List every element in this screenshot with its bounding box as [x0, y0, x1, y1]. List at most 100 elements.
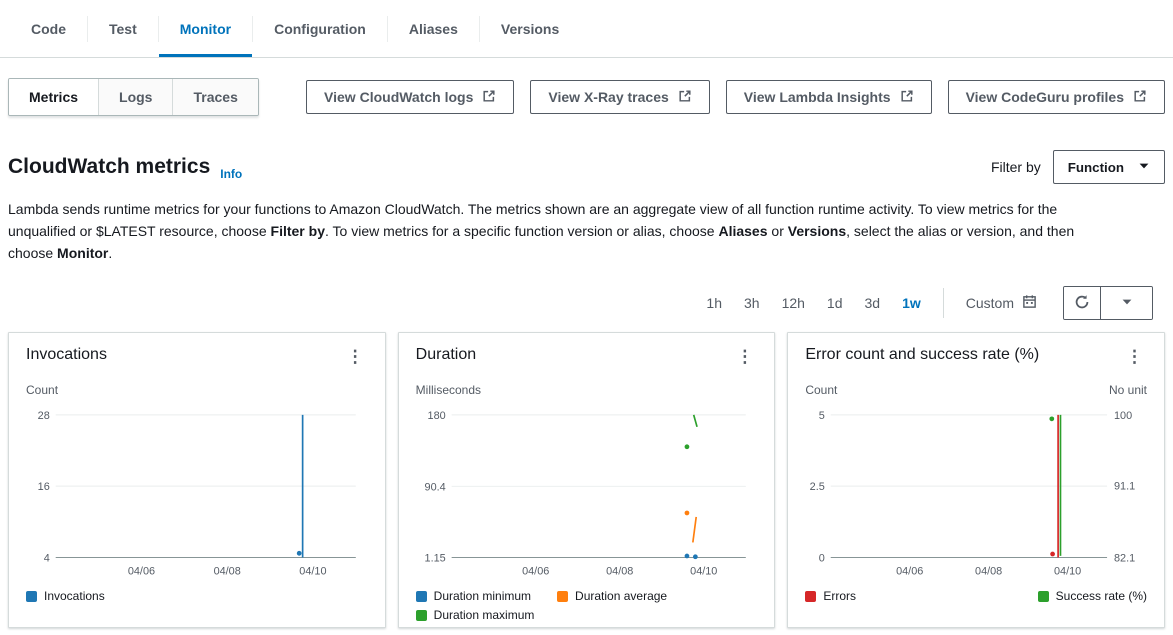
- chart-legend: Invocations: [26, 589, 368, 603]
- duration-chart-card: Duration ⋮ Milliseconds 18090.41.1504/06…: [398, 332, 776, 628]
- page-title: CloudWatch metrics: [8, 155, 210, 179]
- chart-title: Invocations: [26, 346, 107, 364]
- external-link-icon: [1133, 89, 1147, 106]
- subtab-traces[interactable]: Traces: [173, 79, 257, 115]
- legend-swatch: [1038, 591, 1049, 602]
- view-cloudwatch-logs-button[interactable]: View CloudWatch logs: [306, 80, 514, 114]
- tab-test[interactable]: Test: [88, 0, 158, 57]
- svg-text:5: 5: [819, 410, 825, 422]
- invocations-chart-card: Invocations ⋮ Count 28 16 4 04/06 04/08 04/10…: [8, 332, 386, 628]
- subtab-metrics[interactable]: Metrics: [9, 79, 99, 115]
- svg-text:04/06: 04/06: [128, 565, 155, 577]
- svg-text:1.15: 1.15: [424, 552, 445, 564]
- y-axis-unit-label: Count: [26, 383, 58, 397]
- svg-text:04/10: 04/10: [299, 565, 326, 577]
- intro-segment: or: [768, 223, 788, 239]
- legend-item[interactable]: Duration maximum: [416, 608, 535, 622]
- tab-versions[interactable]: Versions: [480, 0, 580, 57]
- filter-controls: Filter by Function: [991, 150, 1165, 184]
- refresh-options-button[interactable]: [1100, 287, 1152, 319]
- kebab-menu-icon[interactable]: ⋮: [1122, 346, 1147, 367]
- legend-swatch: [26, 591, 37, 602]
- range-1d[interactable]: 1d: [827, 295, 843, 311]
- y-axis-unit-label: Count: [805, 383, 837, 397]
- subtab-logs[interactable]: Logs: [99, 79, 173, 115]
- metrics-header: CloudWatch metrics Info Filter by Functi…: [0, 116, 1173, 184]
- tab-code[interactable]: Code: [10, 0, 87, 57]
- svg-text:04/06: 04/06: [896, 565, 923, 577]
- view-codeguru-profiles-button[interactable]: View CodeGuru profiles: [948, 80, 1165, 114]
- legend-item[interactable]: Success rate (%): [1038, 589, 1147, 603]
- svg-text:180: 180: [427, 410, 445, 422]
- legend-label: Duration minimum: [434, 589, 531, 603]
- tab-monitor[interactable]: Monitor: [159, 0, 252, 57]
- svg-text:4: 4: [44, 552, 50, 564]
- custom-range-label: Custom: [966, 295, 1014, 311]
- external-link-icon: [482, 89, 496, 106]
- svg-text:16: 16: [38, 481, 50, 493]
- chevron-down-icon: [1138, 160, 1150, 175]
- svg-text:2.5: 2.5: [810, 481, 825, 493]
- svg-text:100: 100: [1114, 410, 1132, 422]
- external-actions: View CloudWatch logs View X-Ray traces V…: [306, 80, 1165, 114]
- y-axis-unit-label-right: No unit: [1109, 383, 1147, 397]
- tab-configuration[interactable]: Configuration: [253, 0, 387, 57]
- legend-swatch: [416, 591, 427, 602]
- svg-text:04/10: 04/10: [1054, 565, 1081, 577]
- chart-title: Error count and success rate (%): [805, 346, 1039, 364]
- svg-text:04/08: 04/08: [975, 565, 1002, 577]
- svg-text:82.1: 82.1: [1114, 552, 1135, 564]
- svg-text:04/08: 04/08: [214, 565, 241, 577]
- legend-item[interactable]: Duration minimum: [416, 589, 531, 603]
- refresh-icon: [1074, 294, 1090, 313]
- filter-by-label: Filter by: [991, 159, 1041, 175]
- chart-legend: Errors Success rate (%): [805, 589, 1147, 603]
- info-link[interactable]: Info: [220, 167, 242, 184]
- legend-item[interactable]: Invocations: [26, 589, 105, 603]
- svg-text:91.1: 91.1: [1114, 481, 1135, 493]
- view-xray-traces-button[interactable]: View X-Ray traces: [530, 80, 709, 114]
- range-3h[interactable]: 3h: [744, 295, 760, 311]
- tab-aliases[interactable]: Aliases: [388, 0, 479, 57]
- legend-item[interactable]: Duration average: [557, 589, 667, 603]
- svg-text:04/08: 04/08: [606, 565, 633, 577]
- intro-bold-monitor: Monitor: [57, 245, 108, 261]
- svg-text:0: 0: [819, 552, 825, 564]
- chart-canvas: 28 16 4 04/06 04/08 04/10: [26, 401, 368, 585]
- svg-text:28: 28: [38, 410, 50, 422]
- refresh-button[interactable]: [1064, 287, 1100, 319]
- chart-canvas: 5 2.5 0 100 91.1 82.1 04/06 04/08 04/10: [805, 401, 1147, 585]
- intro-text: Lambda sends runtime metrics for your fu…: [0, 184, 1130, 264]
- function-tabbar: Code Test Monitor Configuration Aliases …: [0, 0, 1173, 58]
- calendar-icon: [1022, 294, 1037, 312]
- y-axis-unit-label: Milliseconds: [416, 383, 481, 397]
- timebar-divider: [943, 288, 944, 318]
- intro-segment: . To view metrics for a specific functio…: [325, 223, 718, 239]
- legend-item[interactable]: Errors: [805, 589, 856, 603]
- range-1w[interactable]: 1w: [902, 295, 921, 311]
- button-label: View X-Ray traces: [548, 89, 668, 105]
- monitor-toolbar: Metrics Logs Traces View CloudWatch logs…: [0, 58, 1173, 116]
- range-3d[interactable]: 3d: [865, 295, 881, 311]
- filter-dropdown[interactable]: Function: [1053, 150, 1165, 184]
- charts-row: Invocations ⋮ Count 28 16 4 04/06 04/08 04/10…: [0, 320, 1173, 628]
- legend-label: Success rate (%): [1056, 589, 1147, 603]
- kebab-menu-icon[interactable]: ⋮: [732, 346, 757, 367]
- view-lambda-insights-button[interactable]: View Lambda Insights: [726, 80, 932, 114]
- error-success-chart-card: Error count and success rate (%) ⋮ Count…: [787, 332, 1165, 628]
- legend-swatch: [557, 591, 568, 602]
- svg-text:90.4: 90.4: [424, 481, 445, 493]
- custom-range-button[interactable]: Custom: [966, 294, 1037, 312]
- filter-dropdown-value: Function: [1068, 160, 1124, 175]
- chart-canvas: 18090.41.1504/0604/0804/10: [416, 401, 758, 585]
- range-12h[interactable]: 12h: [782, 295, 805, 311]
- svg-text:04/06: 04/06: [522, 565, 549, 577]
- time-range-bar: 1h 3h 12h 1d 3d 1w Custom: [0, 264, 1173, 320]
- button-label: View CodeGuru profiles: [966, 89, 1124, 105]
- range-1h[interactable]: 1h: [706, 295, 722, 311]
- external-link-icon: [678, 89, 692, 106]
- kebab-menu-icon[interactable]: ⋮: [343, 346, 368, 367]
- legend-label: Duration maximum: [434, 608, 535, 622]
- intro-bold-filter-by: Filter by: [271, 223, 325, 239]
- intro-bold-aliases: Aliases: [718, 223, 767, 239]
